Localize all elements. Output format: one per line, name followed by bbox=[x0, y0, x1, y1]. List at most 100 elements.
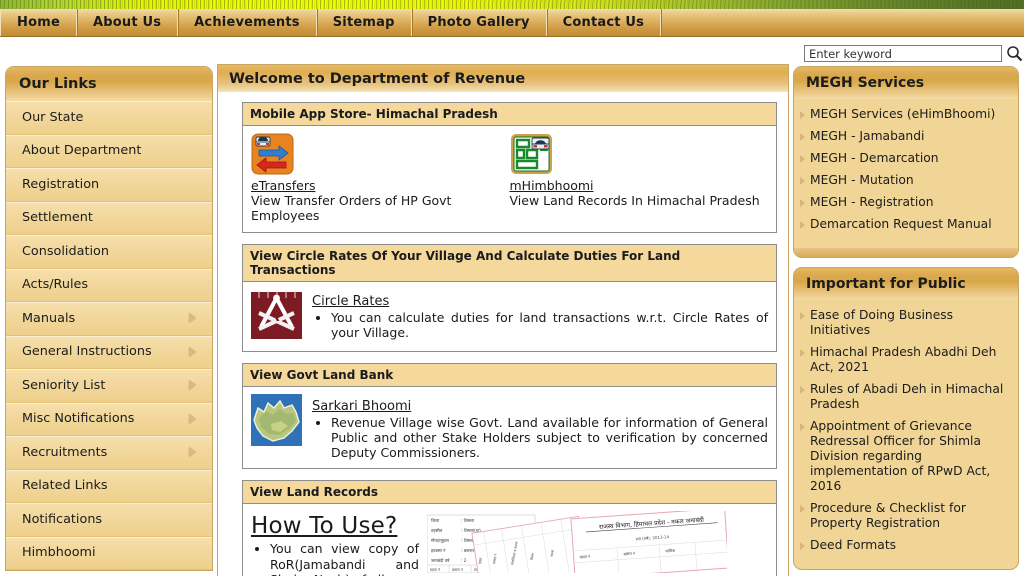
nav-item-home[interactable]: Home bbox=[0, 9, 77, 36]
sidebar-item-label: Consolidation bbox=[22, 243, 109, 259]
nav-item-about-us[interactable]: About Us bbox=[77, 9, 179, 36]
link-sarkari-bhoomi[interactable]: Sarkari Bhoomi bbox=[312, 399, 411, 414]
sidebar-item-general-instructions[interactable]: General Instructions bbox=[6, 335, 212, 369]
app-etransfers[interactable]: eTransfers View Transfer Orders of HP Go… bbox=[251, 133, 510, 224]
search-icon[interactable] bbox=[1006, 45, 1023, 62]
app-mhimbhoomi[interactable]: mHimbhoomi View Land Records In Himachal… bbox=[510, 133, 769, 224]
app-desc-mhimbhoomi: View Land Records In Himachal Pradesh bbox=[509, 193, 760, 208]
link-circle-rates[interactable]: Circle Rates bbox=[312, 294, 389, 309]
right-link-label: Demarcation Request Manual bbox=[810, 217, 992, 231]
banner-grass-texture bbox=[0, 0, 1024, 9]
right-link-label: MEGH - Jamabandi bbox=[810, 129, 925, 143]
sidebar-item-label: Manuals bbox=[22, 310, 76, 326]
bullet-item: You can calculate duties for land transa… bbox=[331, 310, 768, 341]
sidebar-item-settlement[interactable]: Settlement bbox=[6, 201, 212, 235]
right-link-label: Rules of Abadi Deh in Himachal Pradesh bbox=[810, 382, 1004, 411]
sidebar-item-label: Settlement bbox=[22, 210, 93, 226]
right-link-himachal-pradesh-abadhi-deh-act-20[interactable]: Himachal Pradesh Abadhi Deh Act, 2021 bbox=[800, 345, 1010, 375]
chevron-right-icon bbox=[800, 386, 805, 394]
card-title-app-store: Mobile App Store- Himachal Pradesh bbox=[243, 103, 776, 126]
sidebar-item-related-links[interactable]: Related Links bbox=[6, 469, 212, 503]
right-link-label: MEGH - Mutation bbox=[810, 173, 914, 187]
right-link-deed-formats[interactable]: Deed Formats bbox=[800, 538, 1010, 553]
svg-text:: 2: : 2 bbox=[461, 558, 467, 563]
sarkari-bhoomi-map-icon bbox=[251, 393, 302, 461]
search-area bbox=[804, 45, 1023, 62]
sidebar-item-misc-notifications[interactable]: Misc Notifications bbox=[6, 402, 212, 436]
chevron-right-icon bbox=[800, 133, 805, 141]
card-title-circle-rates: View Circle Rates Of Your Village And Ca… bbox=[243, 244, 776, 282]
right-link-label: MEGH Services (eHimBhoomi) bbox=[810, 107, 996, 121]
sidebar-item-label: General Instructions bbox=[22, 344, 152, 360]
card-body-circle-rates: ₹ Circle Rates You can calculate duties … bbox=[243, 282, 776, 351]
sidebar-item-consolidation[interactable]: Consolidation bbox=[6, 235, 212, 269]
sidebar-item-recruitments[interactable]: Recruitments bbox=[6, 436, 212, 470]
right-link-ease-of-doing-business-initiatives[interactable]: Ease of Doing Business Initiatives bbox=[800, 308, 1010, 338]
card-body-app-store: eTransfers View Transfer Orders of HP Go… bbox=[243, 126, 776, 232]
nav-item-achievements[interactable]: Achievements bbox=[178, 9, 317, 36]
sidebar-item-notifications[interactable]: Notifications bbox=[6, 503, 212, 537]
right-link-megh-mutation[interactable]: MEGH - Mutation bbox=[800, 173, 1010, 188]
right-panel-list: Ease of Doing Business Initiatives Himach… bbox=[794, 300, 1018, 569]
right-link-megh-demarcation[interactable]: MEGH - Demarcation bbox=[800, 151, 1010, 166]
card-title-land-bank: View Govt Land Bank bbox=[243, 363, 776, 387]
sidebar-item-label: Related Links bbox=[22, 478, 108, 494]
right-link-demarcation-request-manual[interactable]: Demarcation Request Manual bbox=[800, 217, 1010, 232]
right-link-label: Himachal Pradesh Abadhi Deh Act, 2021 bbox=[810, 345, 997, 374]
chevron-right-icon bbox=[800, 505, 805, 513]
right-link-megh-registration[interactable]: MEGH - Registration bbox=[800, 195, 1010, 210]
chevron-right-icon bbox=[800, 111, 805, 119]
main-body: Mobile App Store- Himachal Pradesh eTran… bbox=[218, 92, 788, 576]
app-link-etransfers[interactable]: eTransfers bbox=[251, 178, 315, 193]
sidebar-item-seniority-list[interactable]: Seniority List bbox=[6, 369, 212, 403]
sidebar-item-about-department[interactable]: About Department bbox=[6, 134, 212, 168]
sidebar-item-our-state[interactable]: Our State bbox=[6, 101, 212, 135]
right-panel-megh-services: MEGH Services MEGH Services (eHimBhoomi) M… bbox=[793, 66, 1019, 258]
sidebar-item-himbhoomi[interactable]: Himbhoomi bbox=[6, 536, 212, 570]
left-sidebar: Our Links Our State About Department Regis… bbox=[5, 66, 213, 571]
left-sidebar-list: Our State About Department Registration Set… bbox=[6, 101, 212, 570]
sidebar-item-label: Misc Notifications bbox=[22, 411, 135, 427]
nav-item-sitemap[interactable]: Sitemap bbox=[317, 9, 412, 36]
svg-text:खसरा नं: खसरा नं bbox=[452, 568, 464, 572]
right-link-rules-of-abadi-deh-in-himachal-pra[interactable]: Rules of Abadi Deh in Himachal Pradesh bbox=[800, 382, 1010, 412]
nav-item-photo-gallery[interactable]: Photo Gallery bbox=[412, 9, 547, 36]
search-input[interactable] bbox=[804, 45, 1002, 62]
sidebar-item-manuals[interactable]: Manuals bbox=[6, 302, 212, 336]
header-banner-image bbox=[0, 0, 1024, 9]
right-link-label: Appointment of Grievance Redressal Offic… bbox=[810, 419, 991, 493]
right-link-appointment-of-grievance-redressal[interactable]: Appointment of Grievance Redressal Offic… bbox=[800, 419, 1010, 494]
main-content-panel: Welcome to Department of Revenue Mobile … bbox=[217, 64, 789, 576]
card-view-land-records: View Land Records How To Use? You can vi… bbox=[242, 480, 777, 576]
bullet-list-circle-rates: You can calculate duties for land transa… bbox=[312, 310, 768, 341]
circle-rates-icon: ₹ bbox=[251, 289, 302, 343]
bullet-item: You can view copy of RoR(Jamabandi and S… bbox=[270, 541, 419, 576]
svg-text:हदबस्त नं: हदबस्त नं bbox=[431, 548, 446, 553]
etransfers-app-icon bbox=[251, 133, 294, 175]
app-link-mhimbhoomi[interactable]: mHimbhoomi bbox=[510, 178, 594, 193]
right-panel-footer bbox=[794, 248, 1018, 257]
right-panel-title: Important for Public bbox=[794, 268, 1018, 300]
chevron-right-icon bbox=[800, 312, 805, 320]
card-mobile-app-store: Mobile App Store- Himachal Pradesh eTran… bbox=[242, 102, 777, 233]
right-link-procedure-checklist-for-property-r[interactable]: Procedure & Checklist for Property Regis… bbox=[800, 501, 1010, 531]
chevron-right-icon bbox=[189, 313, 196, 324]
svg-text:: शिमला: : शिमला bbox=[461, 518, 475, 523]
page-title: Welcome to Department of Revenue bbox=[218, 65, 788, 92]
chevron-right-icon bbox=[189, 413, 196, 424]
right-link-megh-services-ehimbhoomi-[interactable]: MEGH Services (eHimBhoomi) bbox=[800, 107, 1010, 122]
chevron-right-icon bbox=[800, 177, 805, 185]
chevron-right-icon bbox=[800, 349, 805, 357]
sidebar-item-label: Acts/Rules bbox=[22, 277, 89, 293]
chevron-right-icon bbox=[800, 155, 805, 163]
right-link-label: Deed Formats bbox=[810, 538, 897, 552]
sidebar-item-registration[interactable]: Registration bbox=[6, 168, 212, 202]
sidebar-item-label: Seniority List bbox=[22, 377, 106, 393]
chevron-right-icon bbox=[800, 221, 805, 229]
jamabandi-sample-document-image: जिला: शिमला तहसील: शिमला(ग्रा) मौजा/मुहा… bbox=[427, 511, 768, 574]
svg-text:: बकरूल: : बकरूल bbox=[461, 548, 476, 553]
nav-item-contact-us[interactable]: Contact Us bbox=[547, 9, 662, 36]
sidebar-item-acts-rules[interactable]: Acts/Rules bbox=[6, 268, 212, 302]
right-panel-list: MEGH Services (eHimBhoomi) MEGH - Jamaban… bbox=[794, 99, 1018, 248]
right-link-megh-jamabandi[interactable]: MEGH - Jamabandi bbox=[800, 129, 1010, 144]
